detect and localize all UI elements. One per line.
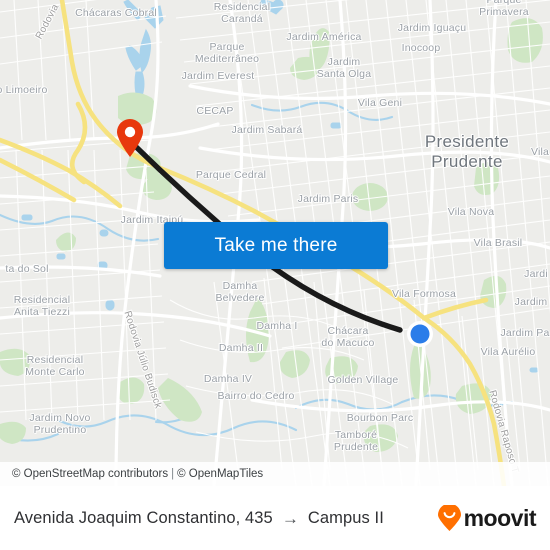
origin-pin-marker[interactable] — [115, 118, 145, 158]
moovit-pin-icon — [437, 504, 461, 531]
route-summary: Avenida Joaquim Constantino, 435 → Campu… — [14, 509, 437, 528]
attribution-openstreetmap-link[interactable]: © OpenStreetMap contributors — [12, 468, 168, 480]
take-me-there-label: Take me there — [214, 234, 338, 256]
moovit-wordmark: moovit — [463, 504, 537, 531]
route-footer: Avenida Joaquim Constantino, 435 → Campu… — [0, 486, 550, 550]
map-attribution: © OpenStreetMap contributors | © OpenMap… — [0, 462, 550, 486]
destination-dot-marker[interactable] — [405, 319, 435, 349]
moovit-route-card: Chácaras Cobral Residencial Carandá Jardim… — [0, 0, 550, 550]
origin-address: Avenida Joaquim Constantino, 435 — [14, 508, 273, 527]
moovit-logo[interactable]: moovit — [437, 504, 537, 532]
attribution-separator: | — [171, 468, 175, 480]
map-canvas[interactable]: Chácaras Cobral Residencial Carandá Jardim… — [0, 0, 550, 486]
attribution-openmaptiles-link[interactable]: © OpenMapTiles — [177, 468, 263, 480]
destination-dot-icon — [407, 321, 433, 347]
destination-name: Campus II — [307, 508, 384, 527]
route-arrow-icon: → — [281, 508, 299, 528]
take-me-there-button[interactable]: Take me there — [164, 222, 388, 269]
origin-pin-icon — [117, 119, 143, 157]
